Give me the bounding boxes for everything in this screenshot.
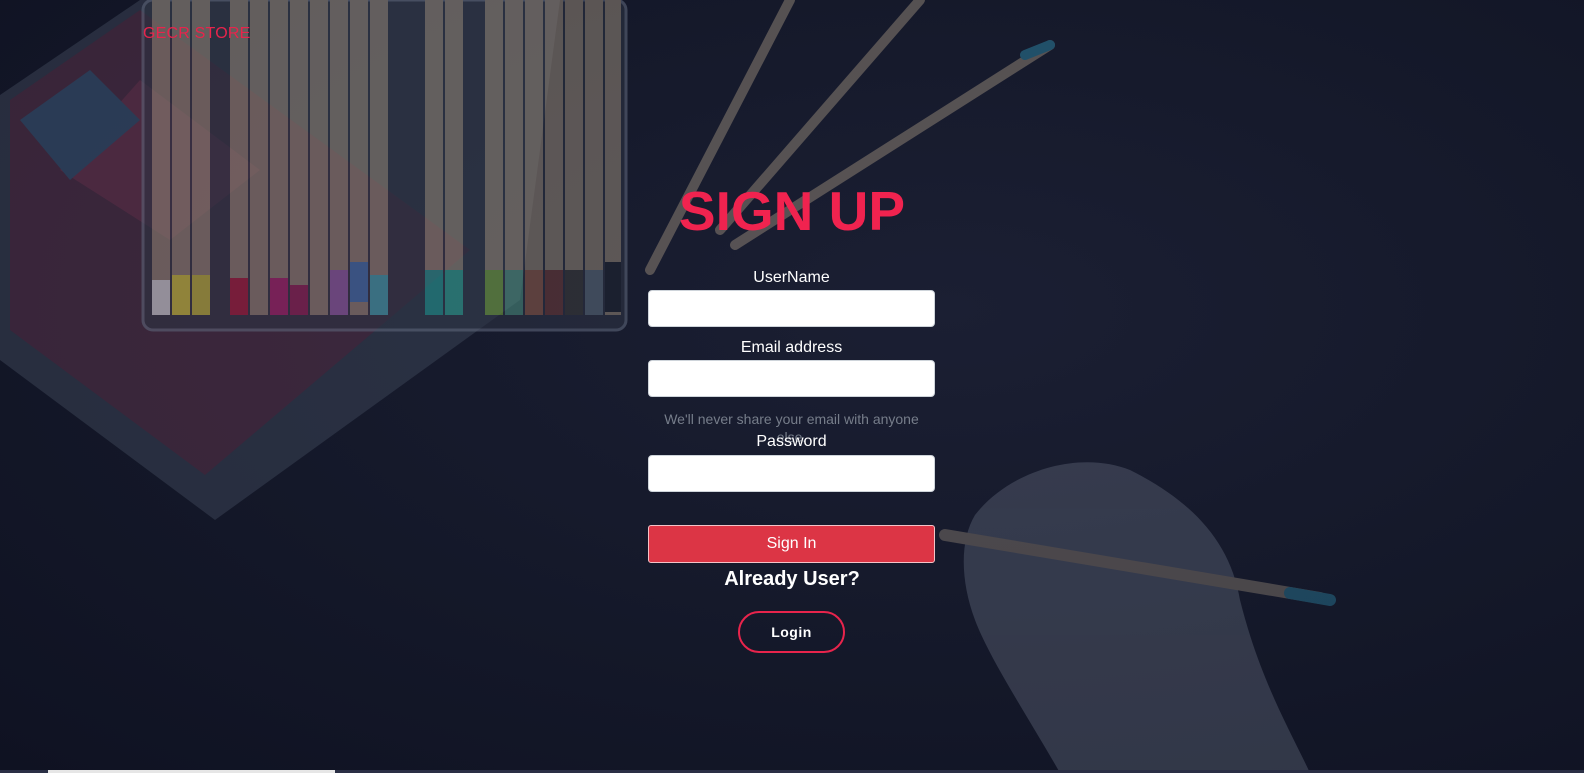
- signup-page: GECR STORE SIGN UP UserName Email addres…: [0, 0, 1584, 773]
- username-input[interactable]: [648, 290, 935, 327]
- password-label: Password: [756, 433, 827, 450]
- login-button[interactable]: Login: [738, 611, 845, 653]
- username-label: UserName: [753, 269, 830, 286]
- brand-logo[interactable]: GECR STORE: [143, 25, 251, 43]
- page-title: SIGN UP: [678, 180, 906, 242]
- already-user-text: Already User?: [724, 568, 860, 590]
- email-input[interactable]: [648, 360, 935, 397]
- email-label: Email address: [740, 339, 843, 356]
- sign-in-button[interactable]: Sign In: [648, 525, 935, 563]
- password-input[interactable]: [648, 455, 935, 492]
